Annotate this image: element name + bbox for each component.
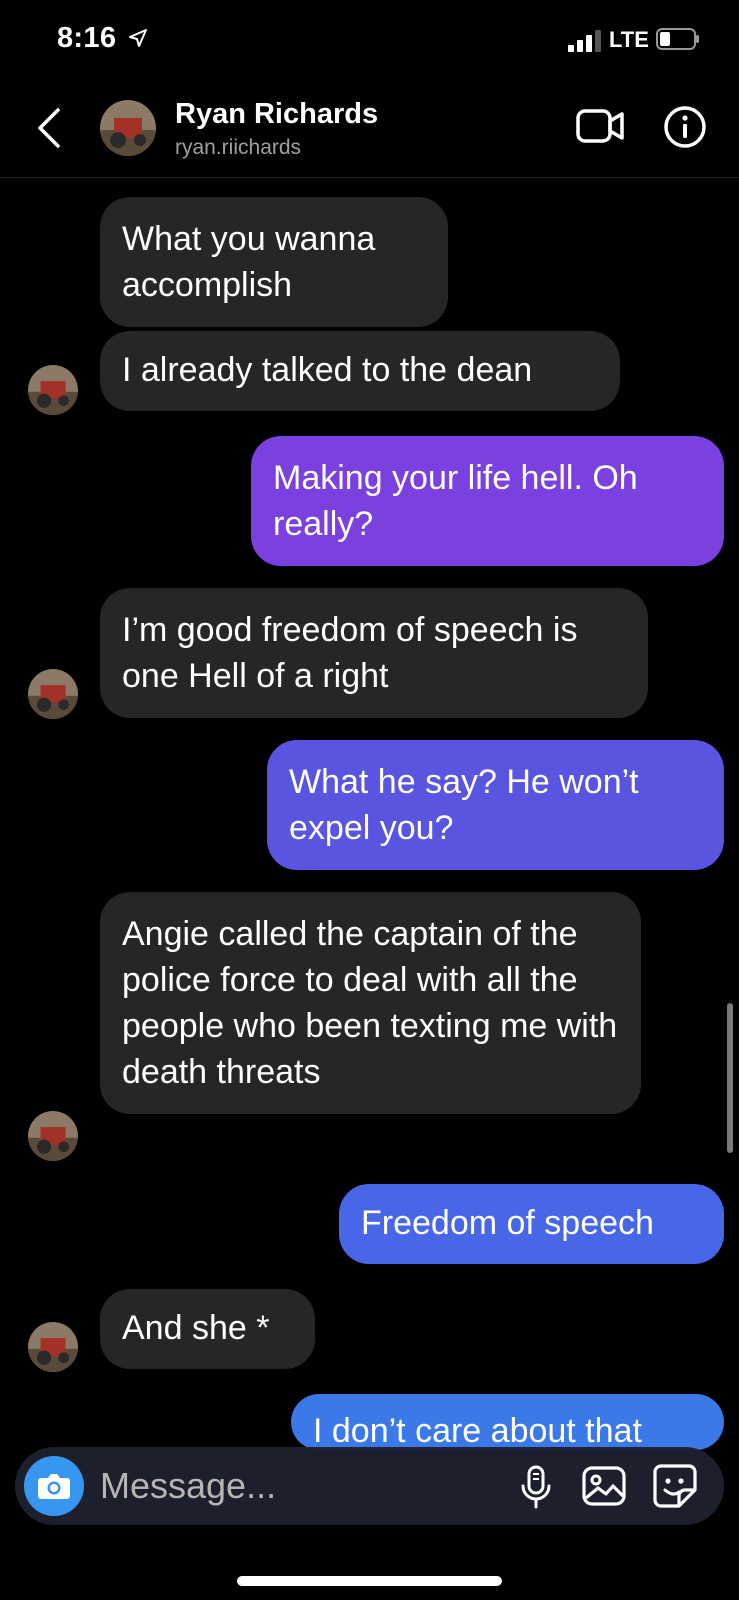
scrollbar[interactable] (727, 1003, 733, 1153)
sender-avatar[interactable] (28, 1111, 78, 1161)
avatar-photo (28, 1111, 78, 1161)
microphone-icon[interactable] (518, 1464, 554, 1510)
signal-icon (568, 30, 601, 52)
sticker-icon[interactable] (651, 1462, 699, 1510)
sender-avatar[interactable] (28, 669, 78, 719)
message-sent[interactable]: Making your life hell. Oh really? (251, 436, 724, 566)
message-received[interactable]: And she * (100, 1289, 315, 1369)
avatar-photo (28, 1322, 78, 1372)
message-input[interactable] (100, 1458, 480, 1514)
camera-button[interactable] (24, 1456, 84, 1516)
avatar-photo (28, 365, 78, 415)
contact-name[interactable]: Ryan Richards (175, 98, 378, 131)
home-indicator[interactable] (237, 1576, 502, 1586)
camera-icon (38, 1474, 70, 1499)
chevron-left-icon[interactable] (30, 104, 70, 152)
gallery-icon[interactable] (580, 1462, 628, 1510)
avatar-photo (28, 669, 78, 719)
message-sent[interactable]: Freedom of speech (339, 1184, 724, 1264)
message-received[interactable]: Angie called the captain of the police f… (100, 892, 641, 1114)
message-received[interactable]: I’m good freedom of speech is one Hell o… (100, 588, 648, 718)
message-received[interactable]: What you wanna accomplish (100, 197, 448, 327)
video-call-icon[interactable] (575, 106, 625, 146)
sender-avatar[interactable] (28, 365, 78, 415)
battery-icon (656, 28, 699, 50)
info-icon[interactable] (663, 105, 707, 149)
avatar[interactable] (100, 100, 156, 156)
status-time: 8:16 (57, 22, 117, 54)
header-divider (0, 177, 739, 178)
network-label: LTE (609, 27, 649, 52)
message-sent[interactable]: I don’t care about that (291, 1394, 724, 1450)
avatar-photo (100, 100, 156, 156)
location-arrow-icon (129, 29, 147, 47)
contact-handle[interactable]: ryan.riichards (175, 136, 301, 160)
message-sent[interactable]: What he say? He won’t expel you? (267, 740, 724, 870)
sender-avatar[interactable] (28, 1322, 78, 1372)
message-received[interactable]: I already talked to the dean (100, 331, 620, 411)
